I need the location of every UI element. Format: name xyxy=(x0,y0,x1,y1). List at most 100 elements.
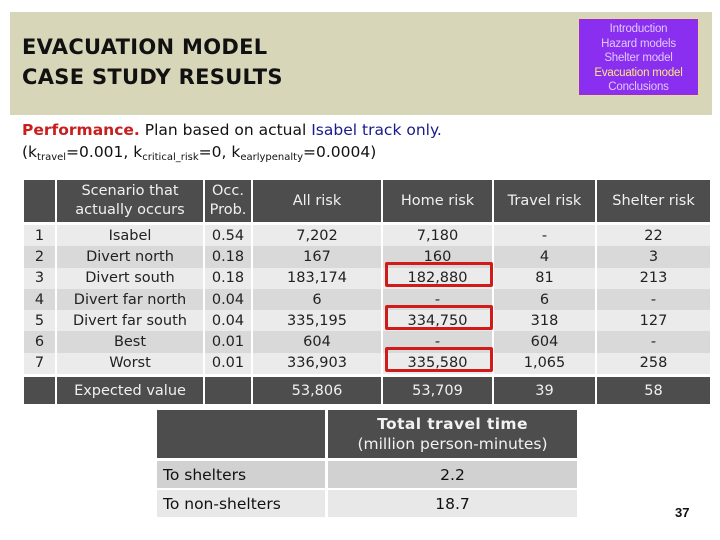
scenario-cell: Divert far south xyxy=(57,310,205,332)
travel-time-header-blank xyxy=(157,410,328,461)
scenario-cell: Isabel xyxy=(57,225,205,247)
all-risk-cell: 6 xyxy=(253,288,383,311)
title-line-2: CASE STUDY RESULTS xyxy=(22,65,283,89)
travel-risk-cell: 6 xyxy=(494,288,597,311)
isabel-track-label: Isabel track only. xyxy=(311,121,442,139)
header-index xyxy=(24,180,57,225)
travel-time-header-units: (million person-minutes) xyxy=(357,435,548,453)
expected-all-risk: 53,806 xyxy=(253,374,383,405)
shelter-risk-cell: 3 xyxy=(597,246,710,268)
table-row: 6 Best 0.01 604 - 604 - xyxy=(24,331,710,353)
travel-time-header-title: Total travel time xyxy=(377,415,528,433)
highlight-box-divert-far-south xyxy=(385,305,493,330)
shelter-risk-cell: 258 xyxy=(597,352,710,375)
row-index: 7 xyxy=(24,352,57,375)
occ-prob-cell: 0.18 xyxy=(205,246,253,268)
row-index: 3 xyxy=(24,267,57,289)
all-risk-cell: 336,903 xyxy=(253,352,383,375)
results-table: Scenario that actually occurs Occ. Prob. A… xyxy=(24,180,710,405)
k-travel-subscript: travel xyxy=(37,152,67,163)
k-earlypenalty-subscript: earlypenalty xyxy=(240,152,303,163)
scenario-cell: Best xyxy=(57,331,205,353)
travel-risk-cell: 4 xyxy=(494,246,597,268)
expected-value-row: Expected value 53,806 53,709 39 58 xyxy=(24,374,710,405)
table-row: 4 Divert far north 0.04 6 - 6 - xyxy=(24,288,710,311)
results-header-row: Scenario that actually occurs Occ. Prob. A… xyxy=(24,180,710,225)
travel-row-value: 18.7 xyxy=(328,490,577,517)
row-index: 2 xyxy=(24,246,57,268)
highlight-box-divert-south xyxy=(385,262,493,287)
occ-prob-cell: 0.01 xyxy=(205,352,253,375)
travel-row-label: To non-shelters xyxy=(157,490,328,517)
row-index: 1 xyxy=(24,225,57,247)
expected-shelter-risk: 58 xyxy=(597,374,710,405)
nav-item-conclusions[interactable]: Conclusions xyxy=(579,80,698,95)
nav-item-introduction[interactable]: Introduction xyxy=(579,22,698,37)
subtitle-line-1: Performance. Plan based on actual Isabel… xyxy=(22,121,442,139)
parameters-line: (ktravel=0.001, kcritical_risk=0, kearly… xyxy=(22,143,376,163)
all-risk-cell: 167 xyxy=(253,246,383,268)
page-number: 37 xyxy=(675,505,690,520)
table-row: 3 Divert south 0.18 183,174 182,880 81 2… xyxy=(24,267,710,289)
table-row: 7 Worst 0.01 336,903 335,580 1,065 258 xyxy=(24,352,710,375)
header-scenario-line-2: actually occurs xyxy=(75,202,185,218)
nav-item-shelter-model[interactable]: Shelter model xyxy=(579,51,698,66)
travel-time-header-row: Total travel time (million person-minutes… xyxy=(157,410,577,461)
header-travel-risk: Travel risk xyxy=(494,180,597,225)
row-index: 4 xyxy=(24,288,57,311)
table-row: 1 Isabel 0.54 7,202 7,180 - 22 xyxy=(24,225,710,247)
header-occ-line-1: Occ. xyxy=(212,183,244,199)
expected-index xyxy=(24,374,57,405)
row-index: 5 xyxy=(24,310,57,332)
highlight-box-worst xyxy=(385,347,493,372)
all-risk-cell: 7,202 xyxy=(253,225,383,247)
occ-prob-cell: 0.01 xyxy=(205,331,253,353)
shelter-risk-cell: - xyxy=(597,288,710,311)
all-risk-cell: 183,174 xyxy=(253,267,383,289)
table-row: 2 Divert north 0.18 167 160 4 3 xyxy=(24,246,710,268)
travel-time-header: Total travel time (million person-minutes… xyxy=(328,410,577,461)
header-occ-line-2: Prob. xyxy=(209,202,247,218)
travel-risk-cell: 81 xyxy=(494,267,597,289)
home-risk-cell: 7,180 xyxy=(383,225,494,247)
param-text: (k xyxy=(22,143,38,161)
header-shelter-risk: Shelter risk xyxy=(597,180,710,225)
shelter-risk-cell: 22 xyxy=(597,225,710,247)
header-scenario: Scenario that actually occurs xyxy=(57,180,205,225)
travel-risk-cell: - xyxy=(494,225,597,247)
subtitle-text: Plan based on actual xyxy=(139,121,312,139)
travel-row-value: 2.2 xyxy=(328,461,577,490)
travel-row-label: To shelters xyxy=(157,461,328,490)
expected-occ-prob xyxy=(205,374,253,405)
nav-item-evacuation-model[interactable]: Evacuation model xyxy=(579,66,698,81)
slide-title: EVACUATION MODEL CASE STUDY RESULTS xyxy=(22,32,283,92)
occ-prob-cell: 0.54 xyxy=(205,225,253,247)
performance-label: Performance. xyxy=(22,121,140,139)
table-row: 5 Divert far south 0.04 335,195 334,750 … xyxy=(24,310,710,332)
expected-home-risk: 53,709 xyxy=(383,374,494,405)
scenario-cell: Divert far north xyxy=(57,288,205,311)
title-line-1: EVACUATION MODEL xyxy=(22,35,268,59)
travel-risk-cell: 1,065 xyxy=(494,352,597,375)
param-text: =0.001, k xyxy=(66,143,143,161)
travel-risk-cell: 318 xyxy=(494,310,597,332)
header-all-risk: All risk xyxy=(253,180,383,225)
row-index: 6 xyxy=(24,331,57,353)
occ-prob-cell: 0.04 xyxy=(205,310,253,332)
section-nav: Introduction Hazard models Shelter model… xyxy=(578,18,699,96)
header-scenario-line-1: Scenario that xyxy=(81,183,179,199)
expected-travel-risk: 39 xyxy=(494,374,597,405)
nav-item-hazard-models[interactable]: Hazard models xyxy=(579,37,698,52)
table-row: To non-shelters 18.7 xyxy=(157,490,577,517)
occ-prob-cell: 0.18 xyxy=(205,267,253,289)
shelter-risk-cell: 127 xyxy=(597,310,710,332)
scenario-cell: Divert north xyxy=(57,246,205,268)
header-occ-prob: Occ. Prob. xyxy=(205,180,253,225)
all-risk-cell: 335,195 xyxy=(253,310,383,332)
occ-prob-cell: 0.04 xyxy=(205,288,253,311)
travel-time-table: Total travel time (million person-minutes… xyxy=(157,410,577,517)
shelter-risk-cell: - xyxy=(597,331,710,353)
header-home-risk: Home risk xyxy=(383,180,494,225)
shelter-risk-cell: 213 xyxy=(597,267,710,289)
k-critical-risk-subscript: critical_risk xyxy=(142,152,199,163)
